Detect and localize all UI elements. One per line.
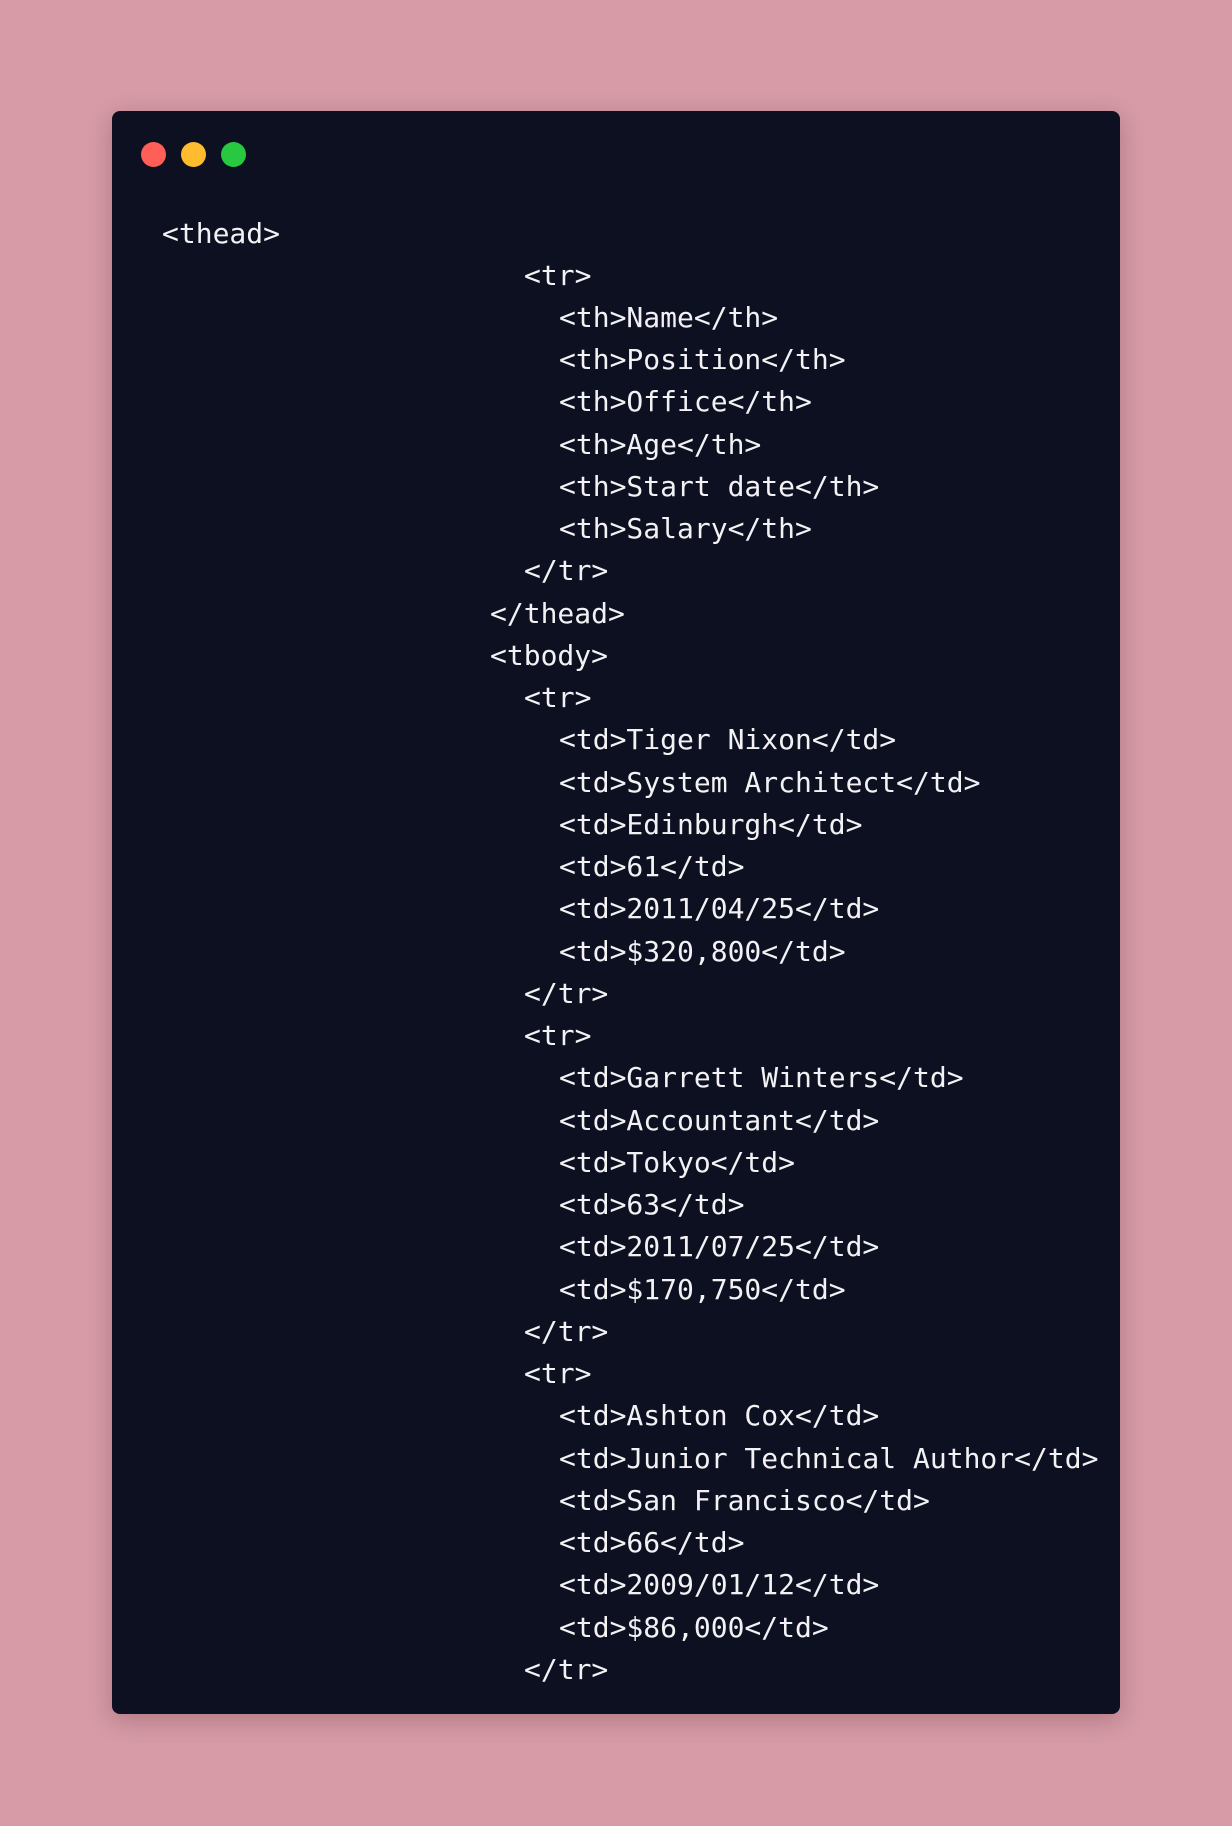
code-line: <th>Name</th> xyxy=(559,301,779,334)
code-window: <thead> <tr> <th>Name</th> <th>Position<… xyxy=(112,111,1120,1714)
code-block: <thead> <tr> <th>Name</th> <th>Position<… xyxy=(112,111,1120,1714)
code-line: <td>$86,000</td> xyxy=(559,1611,829,1644)
code-line: <td>System Architect</td> xyxy=(559,766,981,799)
code-line: <td>2011/07/25</td> xyxy=(559,1230,880,1263)
code-line: <td>2009/01/12</td> xyxy=(559,1568,880,1601)
code-line: <th>Salary</th> xyxy=(559,512,812,545)
code-line: </tr> xyxy=(524,554,609,587)
code-line: </thead> xyxy=(490,597,625,630)
code-line: <tr> xyxy=(524,681,592,714)
code-line: <td>Tokyo</td> xyxy=(559,1146,796,1179)
code-line: <tbody> xyxy=(490,639,609,672)
code-line: <td>66</td> xyxy=(559,1526,745,1559)
code-line: <td>Tiger Nixon</td> xyxy=(559,723,897,756)
code-line: <td>$170,750</td> xyxy=(559,1273,846,1306)
code-line: <tr> xyxy=(524,1019,592,1052)
code-line: <td>Garrett Winters</td> xyxy=(559,1061,964,1094)
code-line: <td>$320,800</td> xyxy=(559,935,846,968)
code-line: <td>2011/04/25</td> xyxy=(559,892,880,925)
code-line: </tr> xyxy=(524,1315,609,1348)
code-line: <th>Start date</th> xyxy=(559,470,880,503)
code-line: <th>Position</th> xyxy=(559,343,846,376)
code-line: <tr> xyxy=(524,1357,592,1390)
code-line: </tr> xyxy=(524,1653,609,1686)
code-line: <td>Junior Technical Author</td> xyxy=(559,1442,1099,1475)
code-line: <tr> xyxy=(524,259,592,292)
code-line: <td>61</td> xyxy=(559,850,745,883)
code-line: </tr> xyxy=(524,977,609,1010)
code-line: <td>Accountant</td> xyxy=(559,1104,880,1137)
code-line: <thead> xyxy=(162,217,281,250)
code-line: <td>63</td> xyxy=(559,1188,745,1221)
code-line: <td>San Francisco</td> xyxy=(559,1484,930,1517)
code-line: <td>Edinburgh</td> xyxy=(559,808,863,841)
code-line: <td>Ashton Cox</td> xyxy=(559,1399,880,1432)
code-line: <th>Office</th> xyxy=(559,385,812,418)
code-line: <th>Age</th> xyxy=(559,428,762,461)
